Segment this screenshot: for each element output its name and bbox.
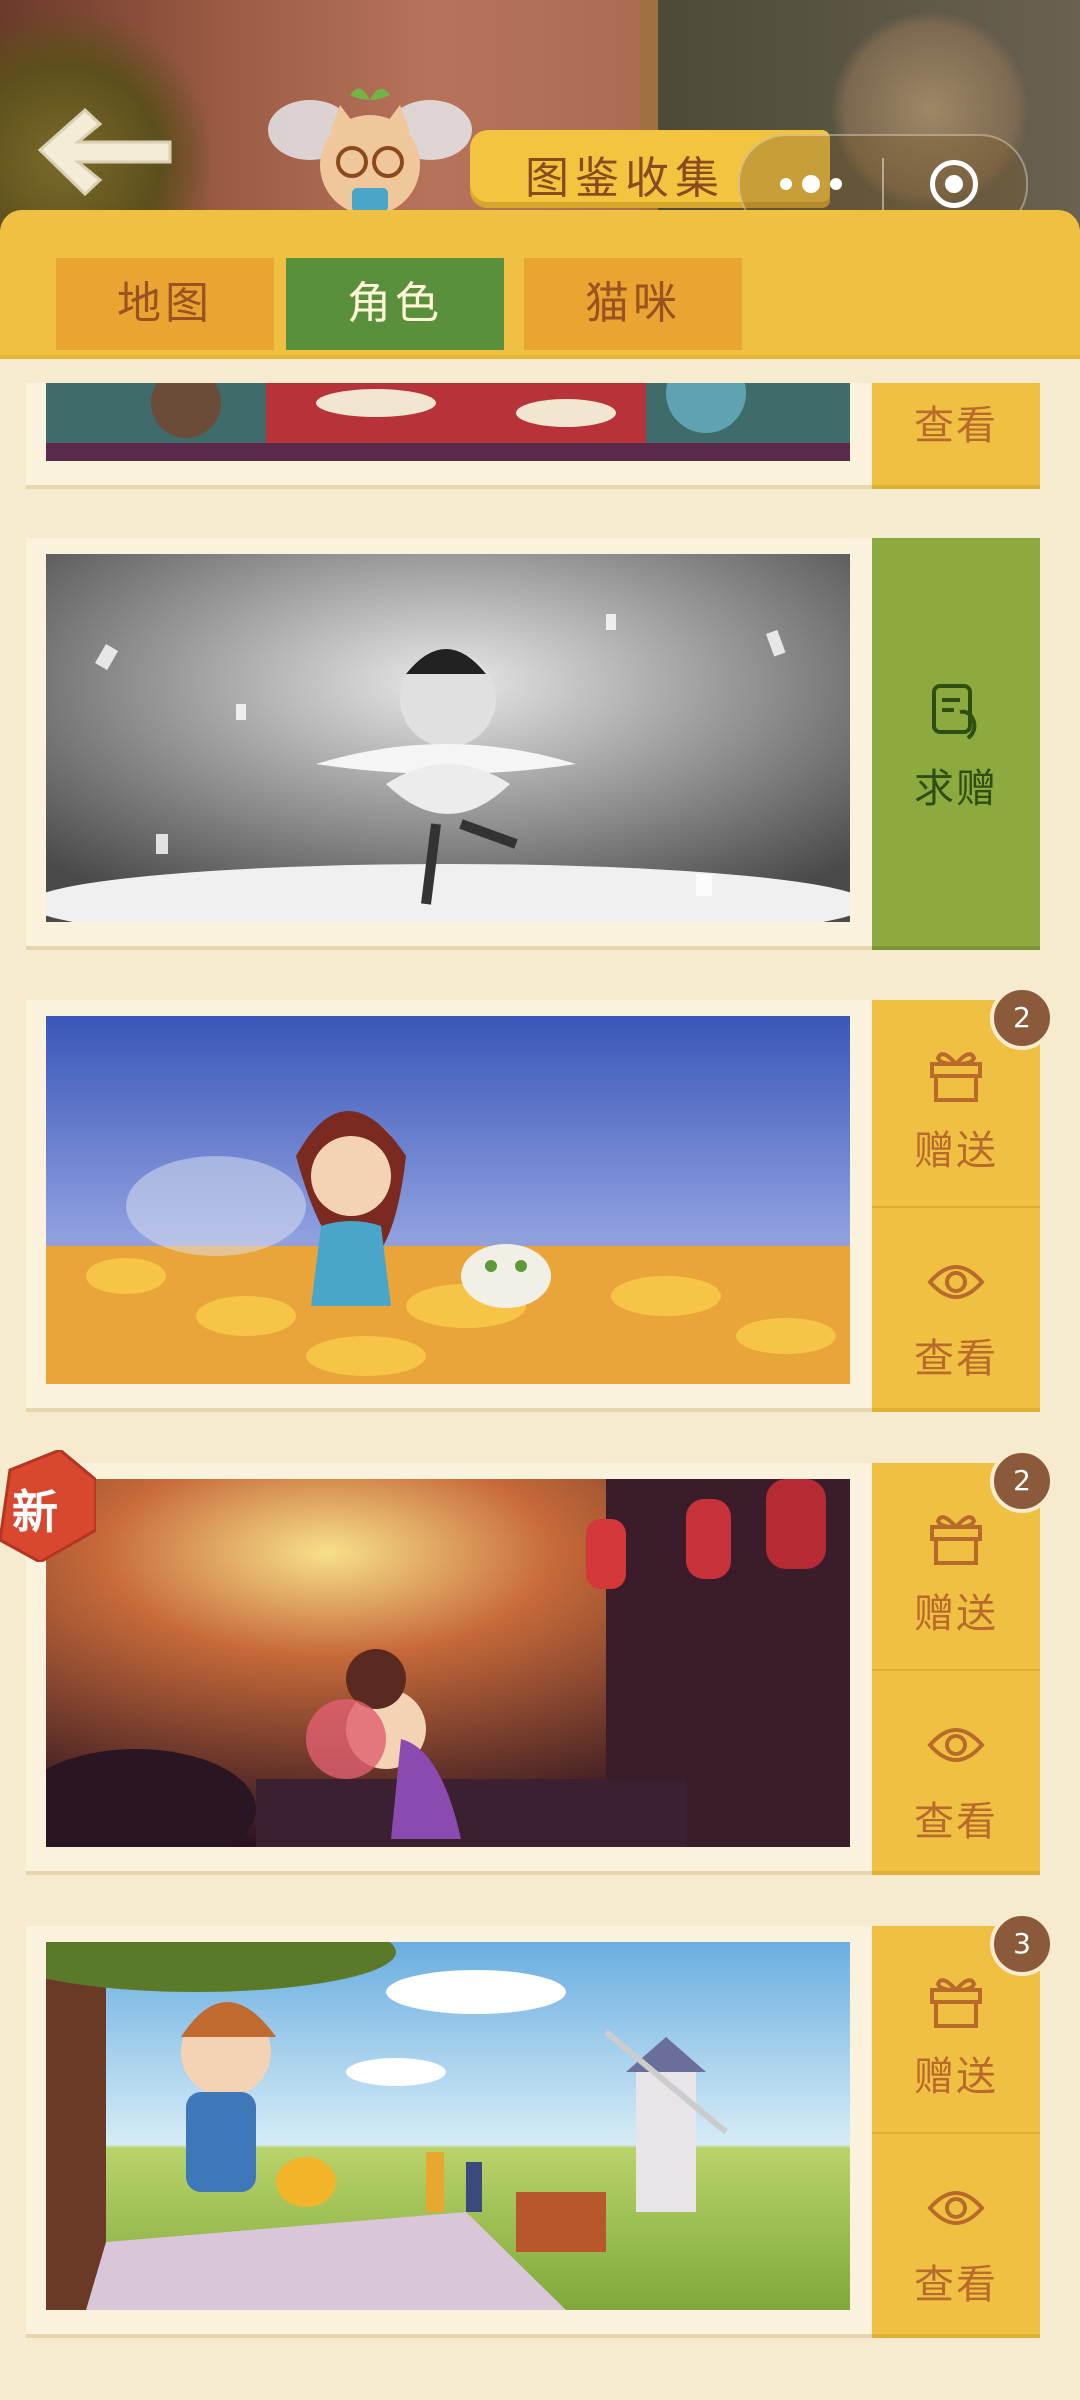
gift-label: 赠送 [914,1128,998,1174]
request-gift-button[interactable]: 求赠 [872,638,1040,840]
tab-label: 地图 [117,278,213,329]
card-action-panel: 查看 [872,383,1040,485]
gift-label: 赠送 [914,1591,998,1637]
cat-mascot-icon [260,70,480,220]
count-badge: 2 [990,986,1054,1050]
tab-cats[interactable]: 猫咪 [524,258,742,350]
capsule-divider [882,158,884,210]
card-action-panel: 赠送 查看 [872,1000,1040,1408]
view-button[interactable]: 查看 [872,1669,1040,1873]
gift-icon [930,1515,982,1565]
eye-icon [927,1265,985,1299]
back-arrow-icon[interactable] [30,100,180,200]
new-label: 新 [12,1485,58,1539]
character-illustration [46,1016,850,1384]
character-illustration [46,554,850,922]
tab-label: 角色 [347,278,443,329]
gift-icon [930,1052,982,1102]
count-badge: 2 [990,1449,1054,1513]
view-button[interactable]: 查看 [872,383,1040,485]
character-illustration [46,1479,850,1847]
view-label: 查看 [914,2262,998,2308]
request-gift-label: 求赠 [914,766,998,812]
character-card[interactable] [26,1926,872,2334]
more-dot-icon [780,178,792,190]
character-card[interactable] [26,383,872,485]
gift-label: 赠送 [914,2054,998,2100]
card-action-panel: 赠送 查看 [872,1926,1040,2334]
request-hand-icon [932,684,977,740]
view-button[interactable]: 查看 [872,1206,1040,1410]
tab-bar: 地图 角色 猫咪 [0,210,1080,359]
card-action-panel: 赠送 查看 [872,1463,1040,1871]
character-card[interactable] [26,1000,872,1408]
character-illustration [46,383,850,461]
card-action-panel: 求赠 [872,538,1040,946]
new-badge: 新 [0,1448,98,1564]
tab-label: 猫咪 [585,278,681,329]
page-title: 图鉴收集 [525,153,725,204]
eye-icon [927,1728,985,1762]
close-target-icon[interactable] [930,160,978,208]
view-label: 查看 [914,1799,998,1845]
character-card[interactable] [26,538,872,946]
view-label: 查看 [914,1336,998,1382]
character-card[interactable] [26,1463,872,1871]
eye-icon [927,2191,985,2225]
view-button[interactable]: 查看 [872,2132,1040,2336]
count-badge: 3 [990,1912,1054,1976]
tab-map[interactable]: 地图 [56,258,274,350]
more-dot-icon [802,175,820,193]
character-illustration [46,1942,850,2310]
tab-characters[interactable]: 角色 [286,258,504,350]
view-label: 查看 [914,403,998,449]
more-dot-icon [830,178,842,190]
gift-icon [930,1978,982,2028]
